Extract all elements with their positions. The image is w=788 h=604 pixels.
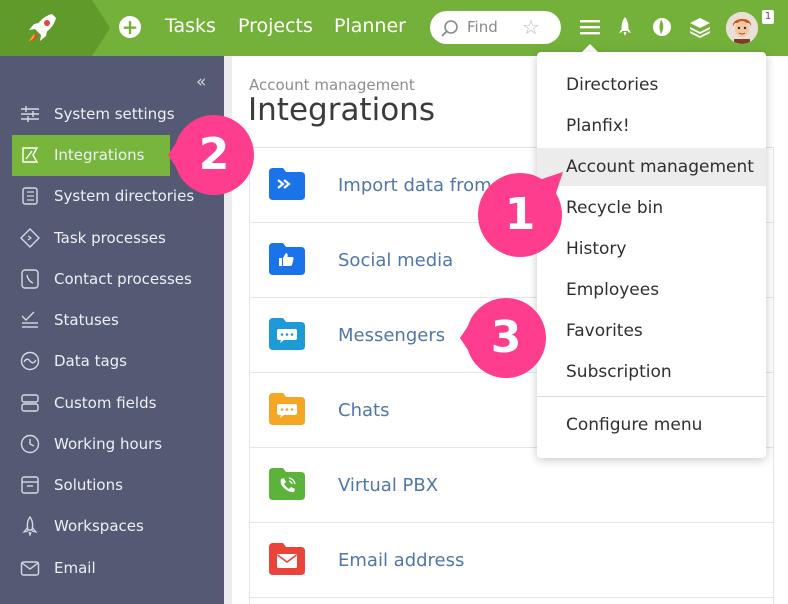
callout-3: 3 bbox=[460, 295, 546, 381]
sliders-icon bbox=[21, 106, 39, 122]
sidebar-item-label: Integrations bbox=[54, 146, 145, 164]
menu-item-directories[interactable]: Directories bbox=[537, 66, 766, 104]
plug-icon bbox=[22, 147, 39, 163]
sidebar-item-working-hours[interactable]: Working hours bbox=[12, 424, 224, 465]
sidebar-item-label: Data tags bbox=[54, 352, 127, 370]
search-icon bbox=[441, 20, 458, 37]
fields-icon bbox=[21, 394, 39, 412]
list-item[interactable]: Email address bbox=[250, 523, 773, 598]
sidebar-item-label: System settings bbox=[54, 105, 175, 123]
main-menu-dropdown: Directories Planfix! Account management … bbox=[537, 52, 766, 458]
callout-1: 1 bbox=[477, 172, 563, 258]
nav-tasks[interactable]: Tasks bbox=[165, 15, 216, 37]
sidebar-item-data-tags[interactable]: Data tags bbox=[12, 341, 224, 382]
top-bar: + Tasks Projects Planner Find ☆ 1 bbox=[0, 0, 788, 56]
menu-item-configure-menu[interactable]: Configure menu bbox=[537, 406, 766, 444]
menu-item-recycle-bin[interactable]: Recycle bin bbox=[537, 189, 766, 227]
sidebar-item-label: Task processes bbox=[54, 229, 166, 247]
check-list-icon bbox=[21, 311, 38, 328]
callout-number: 2 bbox=[198, 129, 230, 180]
envelope-folder-icon bbox=[269, 543, 305, 575]
envelope-icon bbox=[20, 561, 40, 576]
book-icon bbox=[22, 187, 38, 205]
sidebar-item-label: Statuses bbox=[54, 311, 119, 329]
diamond-icon bbox=[20, 228, 40, 248]
sidebar-item-label: Email bbox=[54, 559, 96, 577]
add-button[interactable]: + bbox=[119, 16, 141, 38]
avatar[interactable] bbox=[726, 12, 758, 44]
hamburger-menu-icon[interactable] bbox=[577, 14, 603, 40]
phone-icon bbox=[21, 269, 39, 289]
sidebar-item-solutions[interactable]: Solutions bbox=[12, 465, 224, 506]
menu-item-account-management[interactable]: Account management bbox=[537, 148, 766, 186]
sidebar-item-label: Contact processes bbox=[54, 270, 192, 288]
callout-number: 1 bbox=[504, 189, 536, 240]
import-folder-icon bbox=[269, 168, 305, 200]
menu-item-subscription[interactable]: Subscription bbox=[537, 353, 766, 391]
menu-item-employees[interactable]: Employees bbox=[537, 271, 766, 309]
callout-number: 3 bbox=[490, 312, 522, 363]
sidebar-item-label: Workspaces bbox=[54, 517, 144, 535]
box-icon bbox=[21, 476, 39, 494]
sidebar-item-custom-fields[interactable]: Custom fields bbox=[12, 383, 224, 424]
notification-count: 1 bbox=[762, 10, 774, 24]
star-icon[interactable]: ☆ bbox=[522, 15, 540, 39]
menu-divider bbox=[537, 396, 766, 397]
rocket-icon[interactable] bbox=[612, 14, 638, 40]
nav-planner[interactable]: Planner bbox=[334, 15, 406, 37]
search-box[interactable]: Find ☆ bbox=[430, 11, 561, 44]
rocket-logo-icon bbox=[28, 14, 56, 43]
wave-icon bbox=[20, 351, 40, 371]
sidebar-item-label: Working hours bbox=[54, 435, 163, 453]
row-label: Chats bbox=[338, 400, 390, 421]
sidebar-item-contact-processes[interactable]: Contact processes bbox=[12, 259, 224, 300]
clock-icon bbox=[20, 434, 40, 454]
sidebar-item-statuses[interactable]: Statuses bbox=[12, 300, 224, 341]
sidebar-item-task-processes[interactable]: Task processes bbox=[12, 218, 224, 259]
callout-2: 2 bbox=[168, 112, 254, 198]
chat-folder-icon bbox=[269, 318, 305, 350]
row-label: Email address bbox=[338, 550, 465, 571]
sidebar-item-email[interactable]: Email bbox=[12, 548, 224, 589]
menu-item-history[interactable]: History bbox=[537, 230, 766, 268]
list-item[interactable]: Virtual PBX bbox=[250, 448, 773, 523]
search-placeholder: Find bbox=[467, 18, 498, 36]
menu-item-favorites[interactable]: Favorites bbox=[537, 312, 766, 350]
rocket-icon bbox=[22, 516, 38, 536]
sidebar-item-integrations[interactable]: Integrations bbox=[12, 135, 170, 176]
phone-folder-icon bbox=[269, 468, 305, 500]
sidebar-item-label: Solutions bbox=[54, 476, 123, 494]
logo-arrow bbox=[92, 0, 110, 56]
layers-icon[interactable] bbox=[687, 14, 713, 40]
page-title: Integrations bbox=[248, 92, 435, 128]
row-label: Social media bbox=[338, 250, 454, 271]
thumbs-up-folder-icon bbox=[269, 243, 305, 275]
row-label: Virtual PBX bbox=[338, 475, 439, 496]
sidebar-item-workspaces[interactable]: Workspaces bbox=[12, 506, 224, 547]
logo[interactable] bbox=[0, 0, 92, 56]
sidebar-item-label: Custom fields bbox=[54, 394, 157, 412]
avatar-face-icon bbox=[726, 12, 758, 44]
collapse-sidebar-icon[interactable]: « bbox=[196, 72, 206, 92]
row-label: Messengers bbox=[338, 325, 446, 346]
menu-item-planfix[interactable]: Planfix! bbox=[537, 107, 766, 145]
nav-projects[interactable]: Projects bbox=[238, 15, 313, 37]
moon-icon[interactable] bbox=[649, 14, 675, 40]
chat-folder-icon bbox=[269, 393, 305, 425]
